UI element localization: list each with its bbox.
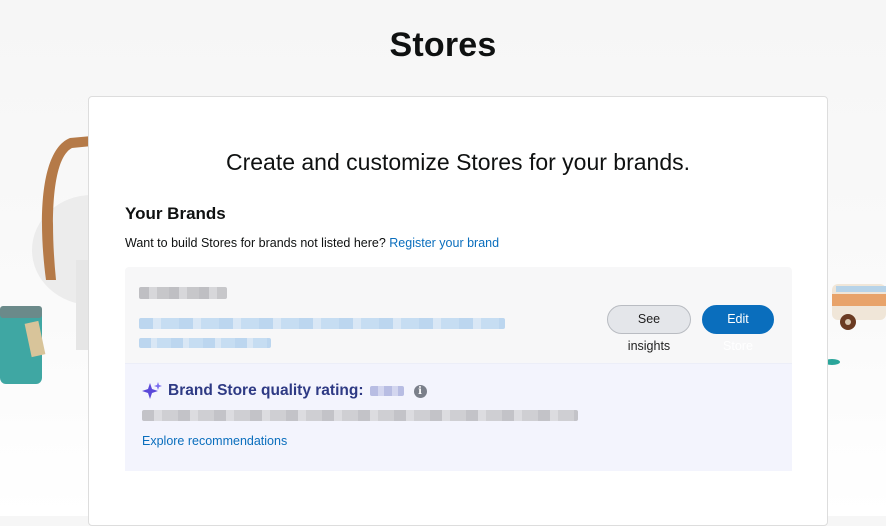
stores-card: Create and customize Stores for your bra… (88, 96, 828, 526)
lantern-product-image (0, 136, 92, 384)
page-title: Stores (389, 26, 497, 64)
brands-hint: Want to build Stores for brands not list… (125, 236, 499, 250)
redacted-rating-value (369, 386, 404, 396)
redacted-store-url (139, 318, 505, 329)
explore-recommendations-link[interactable]: Explore recommendations (142, 434, 287, 448)
info-icon[interactable]: i (413, 384, 427, 398)
see-insights-button[interactable]: See insights (607, 305, 691, 353)
redacted-brand-name (139, 287, 227, 299)
brand-panel: See insights Edit Store Brand Store qual… (125, 267, 792, 471)
redacted-rating-description (142, 410, 578, 421)
quality-rating-box: Brand Store quality rating: i Explore re… (125, 363, 792, 471)
rating-title: Brand Store quality rating: (168, 382, 364, 399)
brands-hint-text: Want to build Stores for brands not list… (125, 236, 386, 250)
redacted-store-meta (139, 338, 271, 348)
register-brand-link[interactable]: Register your brand (389, 236, 499, 250)
your-brands-title: Your Brands (125, 204, 226, 223)
brand-row: See insights Edit Store (125, 267, 792, 363)
rating-header: Brand Store quality rating: i (142, 381, 427, 401)
card-heading: Create and customize Stores for your bra… (225, 149, 691, 175)
edit-store-button[interactable]: Edit Store (702, 305, 774, 353)
sparkle-icon (142, 382, 162, 399)
toy-car-image (826, 284, 886, 365)
